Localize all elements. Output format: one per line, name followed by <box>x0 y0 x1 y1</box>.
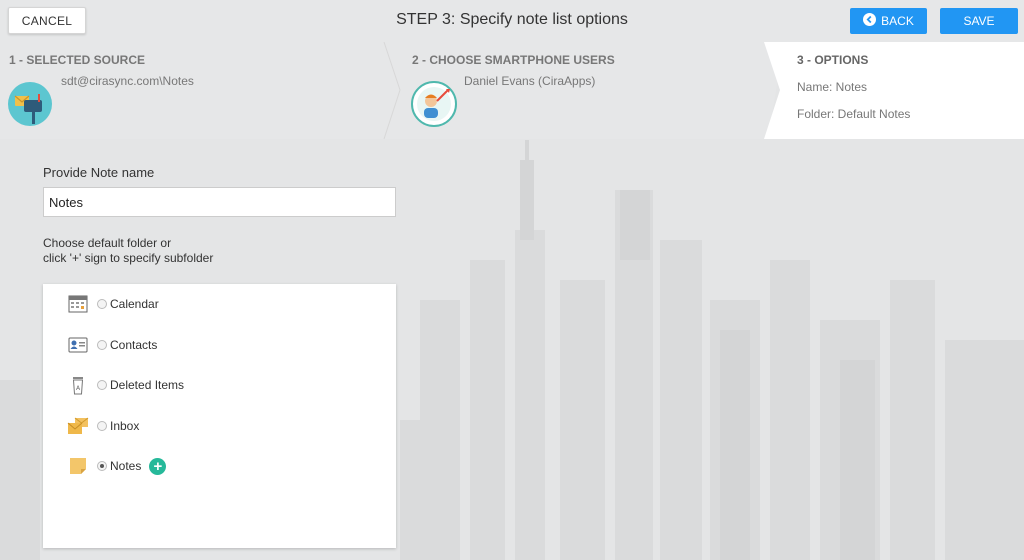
folder-radio-notes[interactable] <box>97 461 107 471</box>
folder-item-calendar[interactable]: Calendar <box>67 292 159 316</box>
folder-list-panel: Calendar Contacts A Deleted Items Inbox … <box>43 284 396 548</box>
folder-help-line-2: click '+' sign to specify subfolder <box>43 251 214 265</box>
step-2-title: 2 - CHOOSE SMARTPHONE USERS <box>412 53 615 67</box>
folder-label-inbox: Inbox <box>110 419 140 433</box>
folder-radio-inbox[interactable] <box>97 421 107 431</box>
contact-card-icon <box>67 334 89 356</box>
step-1-title: 1 - SELECTED SOURCE <box>9 53 146 67</box>
step-2-user: Daniel Evans (CiraApps) <box>464 74 596 88</box>
save-button[interactable]: SAVE <box>940 8 1018 34</box>
top-bar: CANCEL STEP 3: Specify note list options… <box>0 0 1024 42</box>
step-3-title: 3 - OPTIONS <box>797 53 869 67</box>
wizard-steps: 1 - SELECTED SOURCE sdt@cirasync.com\Not… <box>0 42 1024 139</box>
folder-label-calendar: Calendar <box>110 297 159 311</box>
inbox-envelopes-icon <box>67 415 89 437</box>
add-subfolder-button[interactable]: + <box>149 457 167 475</box>
back-button[interactable]: BACK <box>850 8 927 34</box>
note-name-label: Provide Note name <box>43 165 155 180</box>
mailbox-icon <box>8 82 52 131</box>
folder-label-notes: Notes <box>110 459 142 473</box>
back-button-label: BACK <box>881 14 914 28</box>
folder-item-notes[interactable]: Notes + <box>67 454 167 478</box>
step-3-folder: Folder: Default Notes <box>797 107 911 121</box>
note-name-input[interactable] <box>43 187 396 217</box>
step-1-source: sdt@cirasync.com\Notes <box>61 74 194 88</box>
folder-help-line-1: Choose default folder or <box>43 236 172 250</box>
folder-item-deleted-items[interactable]: A Deleted Items <box>67 373 184 397</box>
folder-radio-contacts[interactable] <box>97 340 107 350</box>
trash-icon: A <box>67 374 89 396</box>
calendar-icon <box>67 293 89 315</box>
folder-help-text: Choose default folder or click '+' sign … <box>43 236 213 266</box>
folder-radio-deleted-items[interactable] <box>97 380 107 390</box>
sticky-note-icon <box>67 455 89 477</box>
user-target-icon <box>411 81 457 132</box>
folder-label-deleted-items: Deleted Items <box>110 378 185 392</box>
back-arrow-icon <box>863 13 877 29</box>
step-3-name: Name: Notes <box>797 80 868 94</box>
folder-radio-calendar[interactable] <box>97 299 107 309</box>
folder-item-inbox[interactable]: Inbox <box>67 414 139 438</box>
folder-label-contacts: Contacts <box>110 338 158 352</box>
folder-item-contacts[interactable]: Contacts <box>67 333 157 357</box>
